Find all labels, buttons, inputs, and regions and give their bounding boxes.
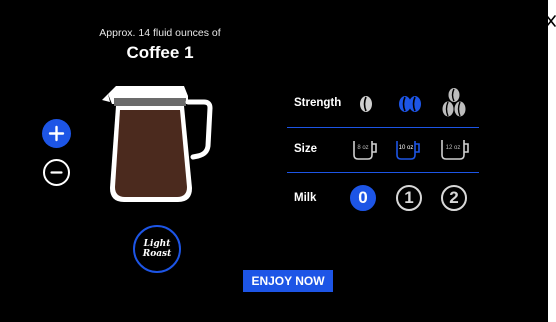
bean-single-icon[interactable]: [358, 94, 374, 114]
milk-option-1[interactable]: 1: [396, 185, 422, 211]
milk-label: Milk: [294, 192, 317, 204]
minus-icon: [50, 171, 63, 174]
divider: [287, 172, 479, 173]
size-option-12oz[interactable]: 12 oz: [440, 137, 470, 161]
coffee-machine-screen: Approx. 14 fluid ounces of Coffee 1 Ligh…: [0, 0, 548, 322]
milk-option-0[interactable]: 0: [350, 185, 376, 211]
divider: [287, 127, 479, 128]
side-panel-edge: [548, 0, 556, 322]
enjoy-now-button[interactable]: ENJOY NOW: [243, 270, 333, 292]
beverage-title: Coffee 1: [126, 43, 194, 62]
decrease-volume-button[interactable]: [43, 159, 70, 186]
close-icon[interactable]: [546, 14, 556, 28]
milk-option-2[interactable]: 2: [441, 185, 467, 211]
size-option-label: 12 oz: [445, 145, 461, 151]
size-option-label: 8 oz: [357, 145, 369, 151]
plus-icon: [48, 125, 65, 142]
size-option-10oz[interactable]: 10 oz: [395, 137, 421, 161]
roast-line-1: Light: [143, 239, 171, 249]
bean-triple-icon[interactable]: [441, 87, 467, 119]
increase-volume-button[interactable]: [42, 119, 71, 148]
size-option-label: 10 oz: [398, 145, 414, 151]
bean-double-icon[interactable]: [396, 93, 424, 115]
size-label: Size: [294, 143, 318, 155]
roast-line-2: Roast: [142, 249, 172, 259]
size-option-8oz[interactable]: 8 oz: [352, 137, 378, 161]
carafe-icon: [102, 86, 213, 202]
strength-label: Strength: [294, 97, 342, 109]
roast-badge[interactable]: Light Roast: [133, 225, 181, 273]
volume-subtitle: Approx. 14 fluid ounces of: [99, 27, 221, 39]
